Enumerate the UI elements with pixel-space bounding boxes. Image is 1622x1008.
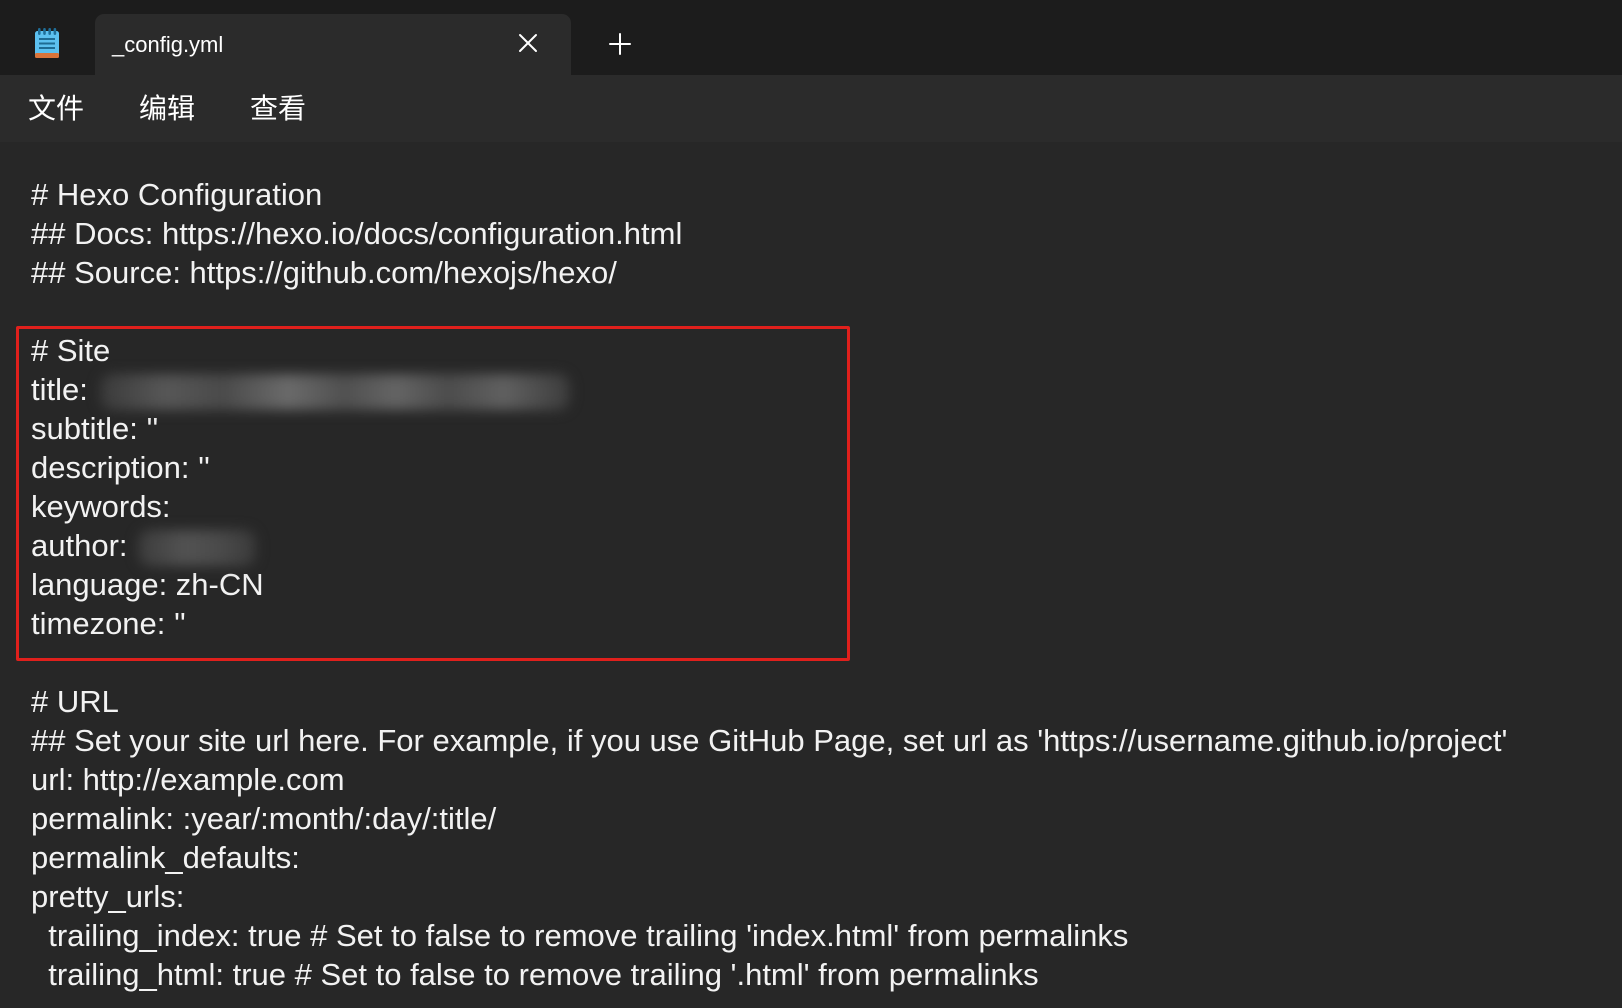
tab-title: _config.yml xyxy=(112,32,224,57)
editor-line-author[interactable]: author: xyxy=(31,526,1622,566)
text-editor[interactable]: # Hexo Configuration ## Docs: https://he… xyxy=(0,142,1622,1008)
blurred-title-value xyxy=(99,373,570,410)
editor-line[interactable]: pretty_urls: xyxy=(31,877,1622,916)
editor-line[interactable]: url: http://example.com xyxy=(31,760,1622,799)
menu-view[interactable]: 查看 xyxy=(250,75,306,142)
editor-line-title[interactable]: title: xyxy=(31,370,1622,410)
menu-edit[interactable]: 编辑 xyxy=(139,75,195,142)
editor-lines[interactable]: # Hexo Configuration ## Docs: https://he… xyxy=(31,175,1622,994)
tab-config-yml[interactable]: _config.yml xyxy=(95,14,571,75)
editor-line[interactable] xyxy=(31,292,1622,331)
editor-line[interactable]: # Site xyxy=(31,331,1622,370)
editor-line[interactable]: permalink: :year/:month/:day/:title/ xyxy=(31,799,1622,838)
editor-line[interactable]: # Hexo Configuration xyxy=(31,175,1622,214)
editor-line[interactable]: timezone: '' xyxy=(31,604,1622,643)
editor-line[interactable]: description: '' xyxy=(31,448,1622,487)
author-key: author: xyxy=(31,528,128,563)
close-icon[interactable] xyxy=(518,33,538,53)
plus-icon[interactable] xyxy=(609,33,631,55)
editor-line[interactable]: trailing_index: true # Set to false to r… xyxy=(31,916,1622,955)
menu-bar: 文件 编辑 查看 xyxy=(0,75,1622,142)
editor-line[interactable]: ## Docs: https://hexo.io/docs/configurat… xyxy=(31,214,1622,253)
editor-line[interactable]: permalink_defaults: xyxy=(31,838,1622,877)
editor-line[interactable]: keywords: xyxy=(31,487,1622,526)
menu-file[interactable]: 文件 xyxy=(28,75,84,142)
title-key: title: xyxy=(31,372,88,407)
editor-line[interactable] xyxy=(31,643,1622,682)
editor-line[interactable]: ## Set your site url here. For example, … xyxy=(31,721,1622,760)
title-bar: _config.yml xyxy=(0,0,1622,75)
notepad-icon xyxy=(33,27,61,60)
editor-line[interactable]: subtitle: '' xyxy=(31,409,1622,448)
editor-line[interactable]: ## Source: https://github.com/hexojs/hex… xyxy=(31,253,1622,292)
editor-line[interactable]: # URL xyxy=(31,682,1622,721)
editor-line[interactable]: language: zh-CN xyxy=(31,565,1622,604)
editor-line[interactable]: trailing_html: true # Set to false to re… xyxy=(31,955,1622,994)
blurred-author-value xyxy=(137,529,256,566)
